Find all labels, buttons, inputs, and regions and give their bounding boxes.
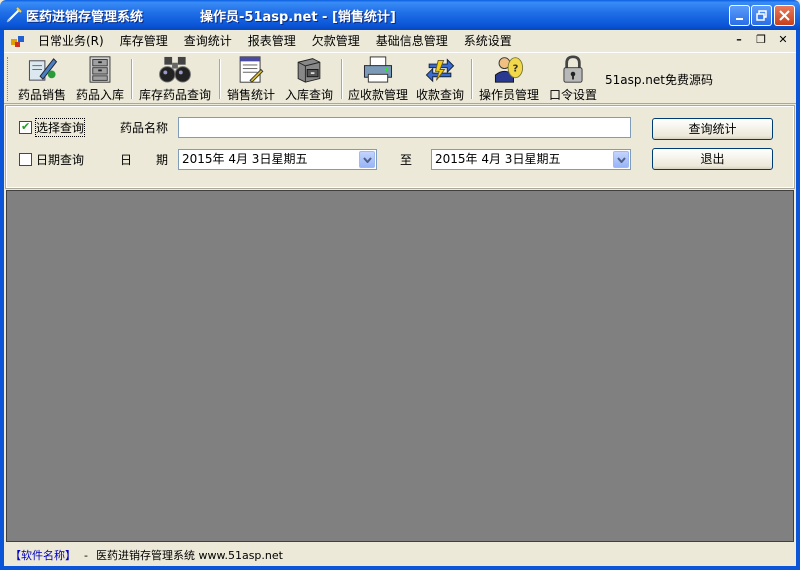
sales-icon bbox=[28, 58, 58, 81]
tool-label: 销售统计 bbox=[226, 88, 275, 102]
window-frame-right bbox=[796, 30, 800, 570]
printer-icon bbox=[363, 56, 393, 83]
date-from-picker[interactable]: 2015年 4月 3日星期五 bbox=[178, 149, 377, 170]
syringe-icon bbox=[6, 7, 22, 23]
date-to-value: 2015年 4月 3日星期五 bbox=[435, 152, 561, 166]
menu-settings[interactable]: 系统设置 bbox=[456, 30, 520, 52]
tool-label: 入库查询 bbox=[284, 88, 333, 102]
operator-icon: ? bbox=[494, 57, 524, 83]
status-separator: - bbox=[84, 548, 88, 562]
svg-text:?: ? bbox=[513, 63, 519, 74]
menu-debt[interactable]: 欠款管理 bbox=[304, 30, 368, 52]
toolbar: 药品销售 药品入库 库存药品查询 销售统计 入库查询 应收款管理 收款查询 ? … bbox=[4, 52, 796, 104]
tool-password-settings[interactable]: 口令设置 bbox=[544, 55, 602, 103]
mdi-controls: – ❐ ✕ bbox=[732, 33, 790, 46]
toolbar-separator bbox=[131, 59, 133, 99]
tool-label: 口令设置 bbox=[548, 88, 597, 102]
menu-query[interactable]: 查询统计 bbox=[176, 30, 240, 52]
to-label: 至 bbox=[400, 153, 413, 167]
tool-label: 应收款管理 bbox=[347, 88, 408, 102]
tool-operator-management[interactable]: ? 操作员管理 bbox=[474, 55, 544, 103]
tool-label: 库存药品查询 bbox=[138, 88, 211, 102]
tool-label: 收款查询 bbox=[415, 88, 464, 102]
exit-button[interactable]: 退出 bbox=[652, 148, 773, 170]
select-query-label[interactable]: 选择查询 bbox=[34, 118, 86, 137]
restore-icon bbox=[756, 10, 767, 21]
minimize-button[interactable] bbox=[729, 5, 750, 26]
report-icon bbox=[239, 56, 264, 83]
window-operator: 操作员-51asp.net - [销售统计] bbox=[200, 10, 396, 25]
checkmark-icon: ✔ bbox=[21, 120, 31, 133]
status-bar: 【软件名称】 - 医药进销存管理系统 www.51asp.net bbox=[4, 544, 796, 566]
drug-name-label: 药品名称 bbox=[120, 121, 169, 135]
query-stats-button[interactable]: 查询统计 bbox=[652, 118, 773, 140]
mdi-child-icon[interactable] bbox=[10, 33, 26, 49]
menu-basic-info[interactable]: 基础信息管理 bbox=[368, 30, 456, 52]
window-frame-bottom bbox=[0, 566, 800, 570]
mdi-restore-button[interactable]: ❐ bbox=[754, 33, 768, 46]
tool-label: 药品入库 bbox=[75, 88, 124, 102]
menu-bar: 日常业务(R) 库存管理 查询统计 报表管理 欠款管理 基础信息管理 系统设置 … bbox=[4, 30, 796, 52]
toolbar-note: 51asp.net免费源码 bbox=[605, 73, 714, 87]
date-from-dropdown-button[interactable] bbox=[359, 151, 375, 168]
date-query-checkbox[interactable] bbox=[19, 153, 32, 166]
tool-drug-stock-in[interactable]: 药品入库 bbox=[71, 55, 129, 103]
status-text: 医药进销存管理系统 www.51asp.net bbox=[95, 549, 283, 562]
drug-name-input[interactable] bbox=[178, 117, 631, 138]
filter-panel: ✔ 选择查询 药品名称 查询统计 日期查询 日 期 2015年 4月 3日星期五… bbox=[5, 105, 795, 189]
cabinet-icon bbox=[89, 56, 111, 83]
drawer-icon bbox=[297, 58, 321, 83]
close-button[interactable] bbox=[774, 5, 795, 26]
date-label-day: 日 bbox=[120, 153, 133, 167]
status-key: 【软件名称】 bbox=[10, 549, 76, 562]
tool-label: 药品销售 bbox=[17, 88, 66, 102]
tool-stock-query[interactable]: 库存药品查询 bbox=[135, 55, 215, 103]
minimize-icon bbox=[735, 17, 743, 20]
date-from-value: 2015年 4月 3日星期五 bbox=[182, 152, 308, 166]
mdi-minimize-button[interactable]: – bbox=[732, 33, 746, 46]
restore-button[interactable] bbox=[751, 5, 772, 26]
close-icon bbox=[779, 10, 790, 21]
date-to-picker[interactable]: 2015年 4月 3日星期五 bbox=[431, 149, 631, 170]
results-grid[interactable] bbox=[6, 190, 794, 542]
title-bar[interactable]: 医药进销存管理系统 操作员-51asp.net - [销售统计] bbox=[0, 0, 800, 30]
menu-daily[interactable]: 日常业务(R) bbox=[30, 30, 112, 52]
chevron-down-icon bbox=[362, 156, 372, 163]
window-frame-left bbox=[0, 30, 4, 570]
menu-reports[interactable]: 报表管理 bbox=[240, 30, 304, 52]
date-to-dropdown-button[interactable] bbox=[613, 151, 629, 168]
tool-label: 操作员管理 bbox=[478, 88, 539, 102]
tool-collection-query[interactable]: 收款查询 bbox=[411, 55, 469, 103]
date-label-period: 期 bbox=[156, 153, 169, 167]
tool-receivables[interactable]: 应收款管理 bbox=[343, 55, 413, 103]
toolbar-separator bbox=[471, 59, 473, 99]
mdi-close-button[interactable]: ✕ bbox=[776, 33, 790, 46]
binoculars-icon bbox=[159, 56, 191, 83]
toolbar-grip[interactable] bbox=[7, 57, 10, 101]
date-query-label[interactable]: 日期查询 bbox=[36, 151, 84, 168]
chevron-down-icon bbox=[616, 156, 626, 163]
tool-sales-stats[interactable]: 销售统计 bbox=[222, 55, 280, 103]
lock-icon bbox=[563, 55, 583, 83]
menu-inventory[interactable]: 库存管理 bbox=[112, 30, 176, 52]
tool-stock-in-query[interactable]: 入库查询 bbox=[280, 55, 338, 103]
window-title: 医药进销存管理系统 bbox=[26, 10, 144, 25]
toolbar-separator bbox=[219, 59, 221, 99]
tool-drug-sales[interactable]: 药品销售 bbox=[13, 55, 71, 103]
select-query-checkbox[interactable]: ✔ bbox=[19, 120, 32, 134]
exchange-icon bbox=[425, 58, 455, 83]
